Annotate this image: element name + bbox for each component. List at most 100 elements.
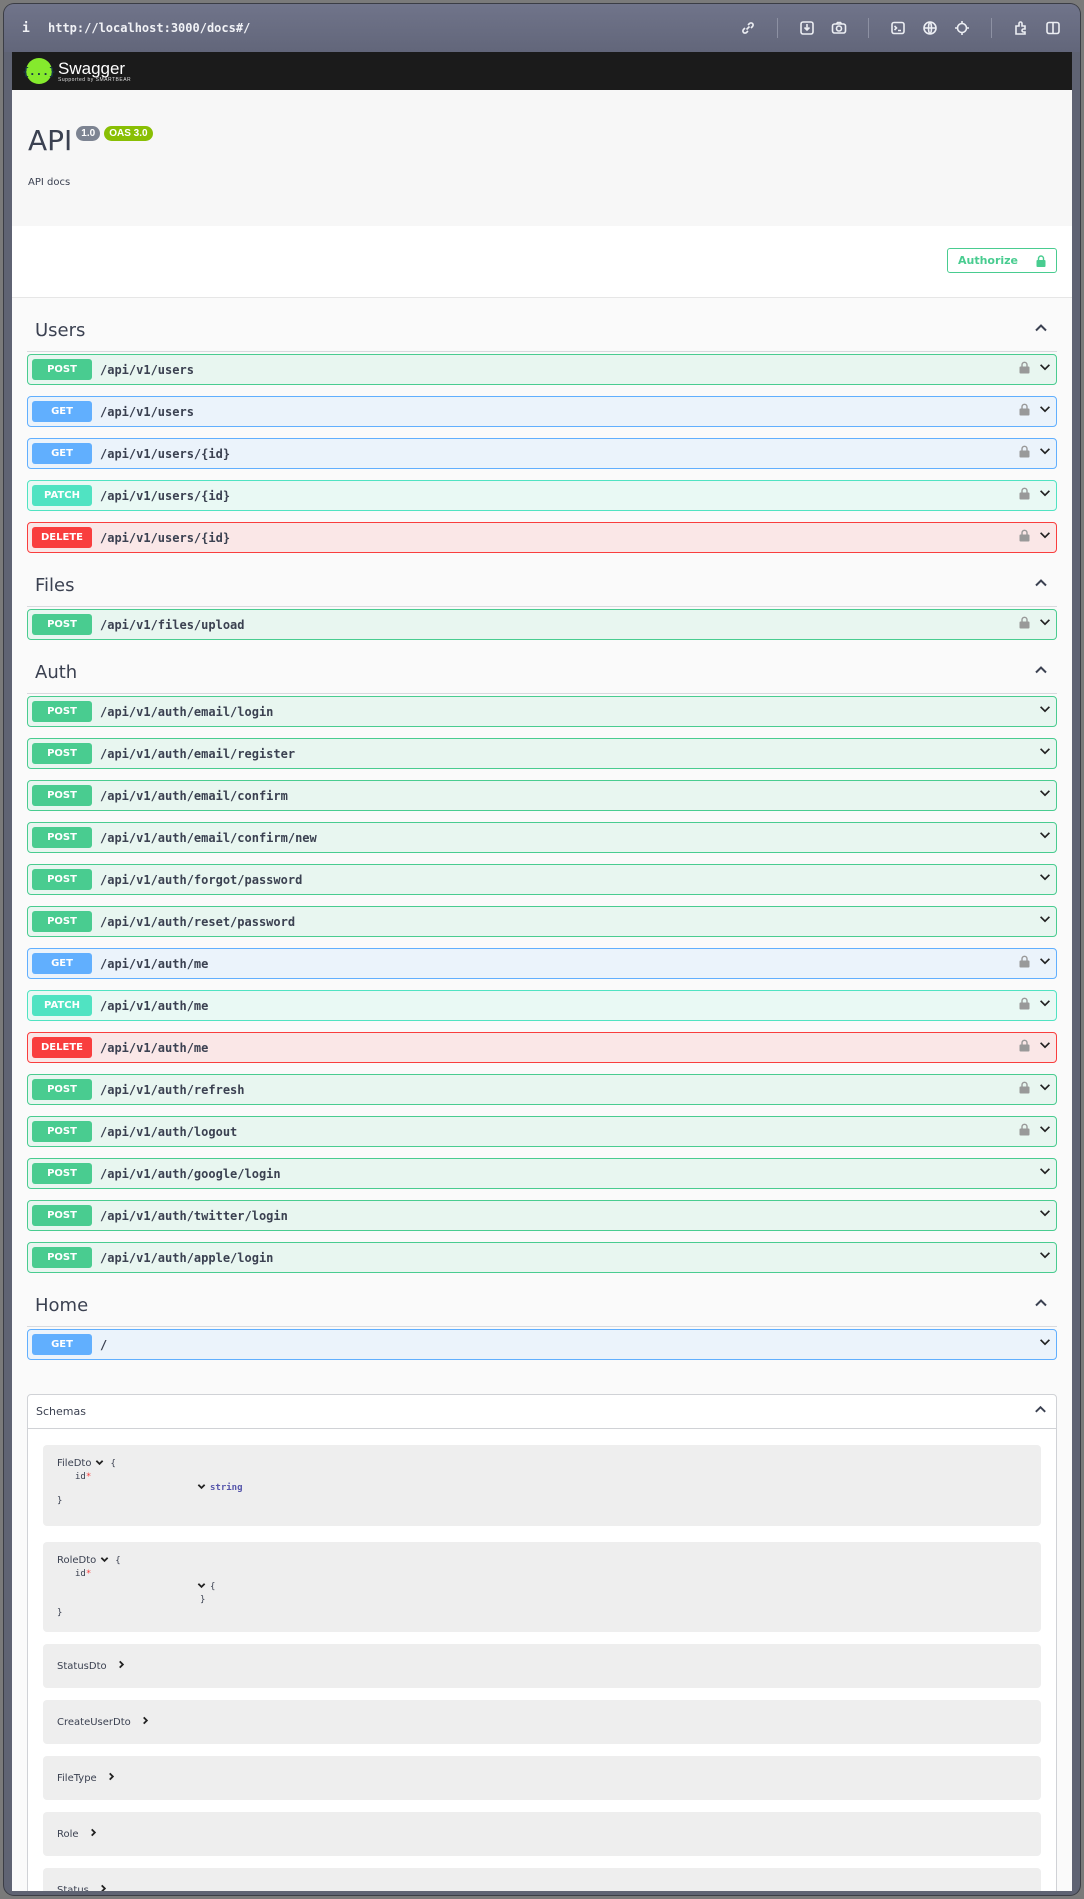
chevron-down-icon[interactable] bbox=[1038, 444, 1052, 463]
globe-icon[interactable] bbox=[921, 19, 939, 37]
lock-icon[interactable] bbox=[1019, 1123, 1030, 1141]
chevron-down-icon[interactable] bbox=[1038, 870, 1052, 889]
model-roledto[interactable]: RoleDto{id *{}} bbox=[43, 1542, 1041, 1632]
operation-row[interactable]: POST/api/v1/auth/refresh bbox=[27, 1074, 1057, 1105]
chevron-down-icon[interactable] bbox=[1038, 786, 1052, 805]
extensions-icon[interactable] bbox=[1012, 19, 1030, 37]
operation-row[interactable]: PATCH/api/v1/auth/me bbox=[27, 990, 1057, 1021]
operation-row[interactable]: DELETE/api/v1/users/{id} bbox=[27, 522, 1057, 553]
property-type: string bbox=[210, 1482, 243, 1493]
chevron-down-icon[interactable] bbox=[1038, 528, 1052, 547]
chevron-down-icon[interactable] bbox=[1038, 744, 1052, 763]
tag-name: Users bbox=[35, 320, 86, 341]
chevron-up-icon[interactable] bbox=[1033, 575, 1049, 596]
operation-row[interactable]: POST/api/v1/auth/google/login bbox=[27, 1158, 1057, 1189]
lock-icon[interactable] bbox=[1019, 1081, 1030, 1099]
chevron-right-icon[interactable] bbox=[97, 1772, 116, 1784]
operation-row[interactable]: POST/api/v1/auth/apple/login bbox=[27, 1242, 1057, 1273]
operation-row[interactable]: PATCH/api/v1/users/{id} bbox=[27, 480, 1057, 511]
chevron-down-icon[interactable] bbox=[1038, 702, 1052, 721]
chevron-down-icon[interactable] bbox=[1038, 360, 1052, 379]
model-name[interactable]: FileDto bbox=[57, 1458, 91, 1469]
chevron-down-icon[interactable] bbox=[1038, 1248, 1052, 1267]
operation-row[interactable]: POST/api/v1/auth/forgot/password bbox=[27, 864, 1057, 895]
lock-icon[interactable] bbox=[1019, 529, 1030, 547]
address-bar[interactable]: http://localhost:3000/docs#/ bbox=[48, 21, 250, 35]
chevron-right-icon[interactable] bbox=[107, 1660, 126, 1672]
operation-row[interactable]: GET/api/v1/users/{id} bbox=[27, 438, 1057, 469]
operation-row[interactable]: POST/api/v1/auth/email/login bbox=[27, 696, 1057, 727]
operation-row[interactable]: GET / bbox=[27, 1329, 1057, 1360]
chevron-down-icon[interactable] bbox=[1038, 486, 1052, 505]
chevron-down-icon[interactable] bbox=[100, 1555, 109, 1567]
chevron-down-icon[interactable] bbox=[197, 1482, 206, 1494]
operation-row[interactable]: POST/api/v1/auth/logout bbox=[27, 1116, 1057, 1147]
model-status[interactable]: Status bbox=[43, 1868, 1041, 1891]
chevron-down-icon[interactable] bbox=[1038, 996, 1052, 1015]
operation-row[interactable]: DELETE/api/v1/auth/me bbox=[27, 1032, 1057, 1063]
model-name[interactable]: RoleDto bbox=[57, 1555, 96, 1566]
chevron-down-icon[interactable] bbox=[95, 1458, 104, 1470]
tag-header-home[interactable]: Home bbox=[27, 1285, 1057, 1327]
chevron-down-icon[interactable] bbox=[1038, 1122, 1052, 1141]
chevron-right-icon[interactable] bbox=[131, 1716, 150, 1728]
model-createuserdto[interactable]: CreateUserDto bbox=[43, 1700, 1041, 1744]
site-info-icon[interactable]: i bbox=[22, 21, 46, 36]
operation-row[interactable]: POST/api/v1/files/upload bbox=[27, 609, 1057, 640]
chevron-down-icon[interactable] bbox=[1038, 402, 1052, 421]
operation-row[interactable]: POST/api/v1/auth/reset/password bbox=[27, 906, 1057, 937]
lock-icon[interactable] bbox=[1019, 955, 1030, 973]
method-badge: POST bbox=[32, 785, 92, 806]
link-icon[interactable] bbox=[739, 19, 757, 37]
chevron-right-icon[interactable] bbox=[89, 1884, 108, 1891]
model-filedto[interactable]: FileDto {id * string} bbox=[43, 1445, 1041, 1526]
operation-row[interactable]: POST/api/v1/users bbox=[27, 354, 1057, 385]
tag-header-auth[interactable]: Auth bbox=[27, 652, 1057, 694]
lock-icon[interactable] bbox=[1019, 361, 1030, 379]
operation-row[interactable]: POST/api/v1/auth/email/register bbox=[27, 738, 1057, 769]
chevron-down-icon[interactable] bbox=[1038, 828, 1052, 847]
chevron-down-icon[interactable] bbox=[1038, 1080, 1052, 1099]
lock-icon[interactable] bbox=[1019, 445, 1030, 463]
lock-icon[interactable] bbox=[1019, 403, 1030, 421]
operation-controls bbox=[1038, 912, 1052, 931]
model-role[interactable]: Role bbox=[43, 1812, 1041, 1856]
model-filetype[interactable]: FileType bbox=[43, 1756, 1041, 1800]
chevron-up-icon[interactable] bbox=[1033, 1402, 1048, 1422]
chevron-down-icon[interactable] bbox=[1038, 1206, 1052, 1225]
operation-row[interactable]: POST/api/v1/auth/email/confirm/new bbox=[27, 822, 1057, 853]
tag-header-files[interactable]: Files bbox=[27, 565, 1057, 607]
operation-controls bbox=[1038, 870, 1052, 889]
model-statusdto[interactable]: StatusDto bbox=[43, 1644, 1041, 1688]
operation-row[interactable]: GET/api/v1/users bbox=[27, 396, 1057, 427]
lock-icon[interactable] bbox=[1019, 487, 1030, 505]
chevron-down-icon[interactable] bbox=[1038, 1335, 1052, 1354]
swagger-logo-icon[interactable]: {...} bbox=[22, 58, 56, 84]
chevron-down-icon[interactable] bbox=[197, 1581, 206, 1593]
lock-icon[interactable] bbox=[1019, 997, 1030, 1015]
tag-header-users[interactable]: Users bbox=[27, 310, 1057, 352]
terminal-icon[interactable] bbox=[889, 19, 907, 37]
chevron-up-icon[interactable] bbox=[1033, 662, 1049, 683]
operation-row[interactable]: POST/api/v1/auth/twitter/login bbox=[27, 1200, 1057, 1231]
chevron-up-icon[interactable] bbox=[1033, 320, 1049, 341]
sidebar-toggle-icon[interactable] bbox=[1044, 19, 1062, 37]
camera-icon[interactable] bbox=[830, 19, 848, 37]
authorize-button[interactable]: Authorize bbox=[947, 248, 1057, 273]
swagger-logo-text[interactable]: Swagger Supported by SMARTBEAR bbox=[58, 60, 131, 83]
operation-path: /api/v1/auth/me bbox=[100, 1040, 209, 1055]
save-page-icon[interactable] bbox=[798, 19, 816, 37]
lock-icon[interactable] bbox=[1019, 1039, 1030, 1057]
operation-row[interactable]: POST/api/v1/auth/email/confirm bbox=[27, 780, 1057, 811]
chevron-down-icon[interactable] bbox=[1038, 1164, 1052, 1183]
schemas-header[interactable]: Schemas bbox=[28, 1395, 1056, 1429]
crosshair-icon[interactable] bbox=[953, 19, 971, 37]
chevron-right-icon[interactable] bbox=[79, 1828, 98, 1840]
operation-row[interactable]: GET/api/v1/auth/me bbox=[27, 948, 1057, 979]
chevron-down-icon[interactable] bbox=[1038, 954, 1052, 973]
chevron-down-icon[interactable] bbox=[1038, 615, 1052, 634]
chevron-down-icon[interactable] bbox=[1038, 1038, 1052, 1057]
chevron-down-icon[interactable] bbox=[1038, 912, 1052, 931]
lock-icon[interactable] bbox=[1019, 616, 1030, 634]
chevron-up-icon[interactable] bbox=[1033, 1295, 1049, 1316]
